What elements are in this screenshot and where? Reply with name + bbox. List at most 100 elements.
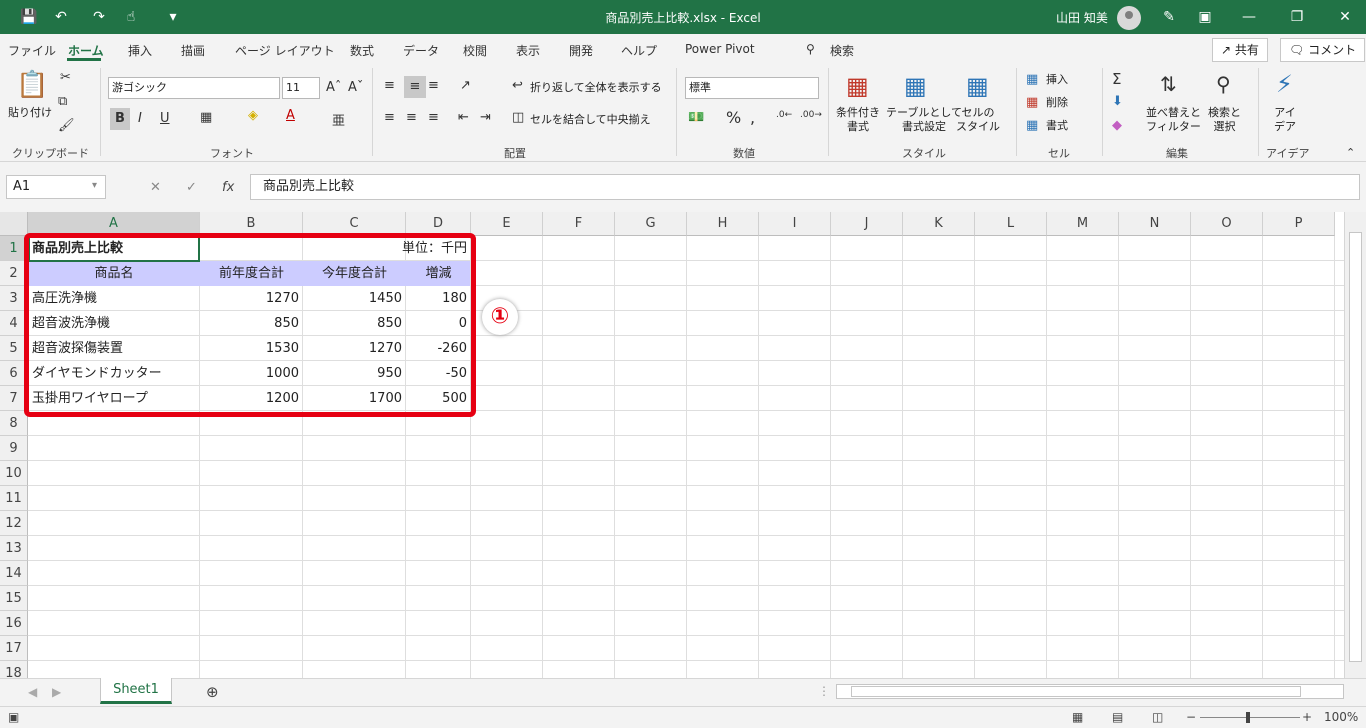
- normal-view-icon[interactable]: ▦: [1072, 710, 1083, 724]
- decrease-font-icon[interactable]: Aˇ: [348, 80, 363, 95]
- user-name[interactable]: 山田 知美: [1056, 9, 1108, 26]
- worksheet-grid[interactable]: ABCDEFGHIJKLMNOP 1 2 3 4 5 6 7 8 9 10 11 12 13 14 15 16…: [0, 212, 1366, 678]
- accounting-format-icon[interactable]: 💵: [688, 110, 704, 125]
- ideas-label[interactable]: アイ デア: [1274, 106, 1296, 134]
- ideas-icon[interactable]: ⚡: [1276, 70, 1293, 98]
- page-break-view-icon[interactable]: ◫: [1152, 710, 1163, 724]
- zoom-out-icon[interactable]: −: [1186, 710, 1196, 724]
- row-header-9[interactable]: 9: [0, 436, 28, 461]
- paste-label[interactable]: 貼り付け: [8, 106, 52, 120]
- increase-decimal-icon[interactable]: .0←: [776, 110, 792, 120]
- tab-home[interactable]: ホーム: [68, 42, 104, 59]
- insert-cells-label[interactable]: 挿入: [1046, 73, 1068, 87]
- font-name-select[interactable]: 游ゴシック: [108, 77, 280, 99]
- wrap-text-label[interactable]: 折り返して全体を表示する: [530, 81, 662, 95]
- macro-record-icon[interactable]: ▣: [8, 710, 19, 724]
- tab-developer[interactable]: 開発: [569, 42, 593, 59]
- merge-center-icon[interactable]: ◫: [512, 110, 524, 125]
- row-header-16[interactable]: 16: [0, 611, 28, 636]
- column-header-k[interactable]: K: [903, 212, 975, 236]
- decrease-decimal-icon[interactable]: .00→: [800, 110, 822, 120]
- tab-file[interactable]: ファイル: [8, 42, 56, 59]
- copy-icon[interactable]: ⧉: [58, 94, 67, 109]
- tab-page-layout[interactable]: ページ レイアウト: [235, 42, 335, 59]
- tab-formulas[interactable]: 数式: [350, 42, 374, 59]
- column-header-e[interactable]: E: [471, 212, 543, 236]
- merge-center-label[interactable]: セルを結合して中央揃え: [530, 113, 651, 127]
- column-header-l[interactable]: L: [975, 212, 1047, 236]
- select-all-corner[interactable]: [0, 212, 28, 236]
- zoom-in-icon[interactable]: +: [1302, 710, 1312, 724]
- column-header-g[interactable]: G: [615, 212, 687, 236]
- tab-insert[interactable]: 挿入: [128, 42, 152, 59]
- search-icon[interactable]: ⚲: [806, 42, 815, 56]
- column-header-i[interactable]: I: [759, 212, 831, 236]
- fill-color-icon[interactable]: ◈: [248, 108, 258, 123]
- bold-button[interactable]: B: [110, 108, 130, 130]
- column-header-f[interactable]: F: [543, 212, 615, 236]
- percent-icon[interactable]: %: [726, 108, 741, 127]
- format-as-table-label[interactable]: テーブルとして 書式設定: [886, 106, 962, 134]
- find-select-icon[interactable]: ⚲: [1216, 72, 1231, 96]
- pen-icon[interactable]: ✎: [1158, 7, 1180, 27]
- avatar[interactable]: [1117, 6, 1141, 30]
- search-label[interactable]: 検索: [830, 42, 854, 59]
- delete-cells-label[interactable]: 削除: [1046, 96, 1068, 110]
- row-header-14[interactable]: 14: [0, 561, 28, 586]
- minimize-icon[interactable]: —: [1238, 7, 1260, 27]
- row-header-10[interactable]: 10: [0, 461, 28, 486]
- underline-button[interactable]: U: [160, 111, 170, 126]
- format-painter-icon[interactable]: 🖌: [58, 118, 75, 133]
- column-header-m[interactable]: M: [1047, 212, 1119, 236]
- tab-draw[interactable]: 描画: [181, 42, 205, 59]
- column-header-n[interactable]: N: [1119, 212, 1191, 236]
- borders-icon[interactable]: ▦: [200, 110, 212, 125]
- align-middle-icon[interactable]: ≡: [404, 76, 426, 98]
- decrease-indent-icon[interactable]: ⇤: [458, 110, 469, 125]
- column-header-o[interactable]: O: [1191, 212, 1263, 236]
- autosum-icon[interactable]: Σ: [1112, 70, 1121, 88]
- row-header-17[interactable]: 17: [0, 636, 28, 661]
- share-button[interactable]: ↗ 共有: [1212, 38, 1268, 62]
- vertical-scrollbar[interactable]: [1344, 212, 1366, 678]
- add-sheet-icon[interactable]: ⊕: [206, 683, 219, 701]
- sheet-tab-sheet1[interactable]: Sheet1: [100, 678, 172, 704]
- cell-styles-label[interactable]: セルの スタイル: [956, 106, 1000, 134]
- row-header-18[interactable]: 18: [0, 661, 28, 678]
- column-header-p[interactable]: P: [1263, 212, 1335, 236]
- orientation-icon[interactable]: ↗: [460, 78, 471, 93]
- name-box-dropdown-icon[interactable]: ▾: [92, 180, 97, 191]
- next-sheet-icon[interactable]: ▶: [52, 685, 61, 699]
- horizontal-scrollbar[interactable]: [836, 684, 1344, 699]
- tab-data[interactable]: データ: [403, 42, 439, 59]
- phonetic-icon[interactable]: 亜: [332, 110, 345, 129]
- align-left-icon[interactable]: ≡: [384, 110, 395, 125]
- sort-filter-icon[interactable]: ⇅: [1160, 72, 1177, 96]
- format-cells-label[interactable]: 書式: [1046, 119, 1068, 133]
- maximize-icon[interactable]: ❐: [1286, 7, 1308, 27]
- row-header-13[interactable]: 13: [0, 536, 28, 561]
- row-header-11[interactable]: 11: [0, 486, 28, 511]
- insert-function-icon[interactable]: fx: [222, 180, 234, 195]
- column-header-j[interactable]: J: [831, 212, 903, 236]
- wrap-text-icon[interactable]: ↩: [512, 78, 523, 93]
- column-header-h[interactable]: H: [687, 212, 759, 236]
- fill-icon[interactable]: ⬇: [1112, 94, 1123, 109]
- tab-split-handle[interactable]: ⋮: [818, 684, 830, 698]
- increase-font-icon[interactable]: Aˆ: [326, 80, 341, 95]
- format-cells-icon[interactable]: ▦: [1026, 118, 1038, 133]
- comma-style-icon[interactable]: ,: [750, 108, 755, 127]
- enter-icon[interactable]: ✓: [186, 180, 197, 195]
- cell-styles-icon[interactable]: ▦: [966, 72, 989, 100]
- tab-help[interactable]: ヘルプ: [621, 42, 657, 59]
- cut-icon[interactable]: ✂: [60, 70, 71, 85]
- collapse-ribbon-icon[interactable]: ⌃: [1346, 146, 1355, 159]
- close-icon[interactable]: ✕: [1334, 7, 1356, 27]
- vertical-scroll-thumb[interactable]: [1349, 232, 1362, 662]
- horizontal-scroll-thumb[interactable]: [851, 686, 1301, 697]
- cancel-icon[interactable]: ✕: [150, 180, 161, 195]
- row-header-8[interactable]: 8: [0, 411, 28, 436]
- tab-view[interactable]: 表示: [516, 42, 540, 59]
- name-box[interactable]: A1: [6, 175, 106, 199]
- delete-cells-icon[interactable]: ▦: [1026, 95, 1038, 110]
